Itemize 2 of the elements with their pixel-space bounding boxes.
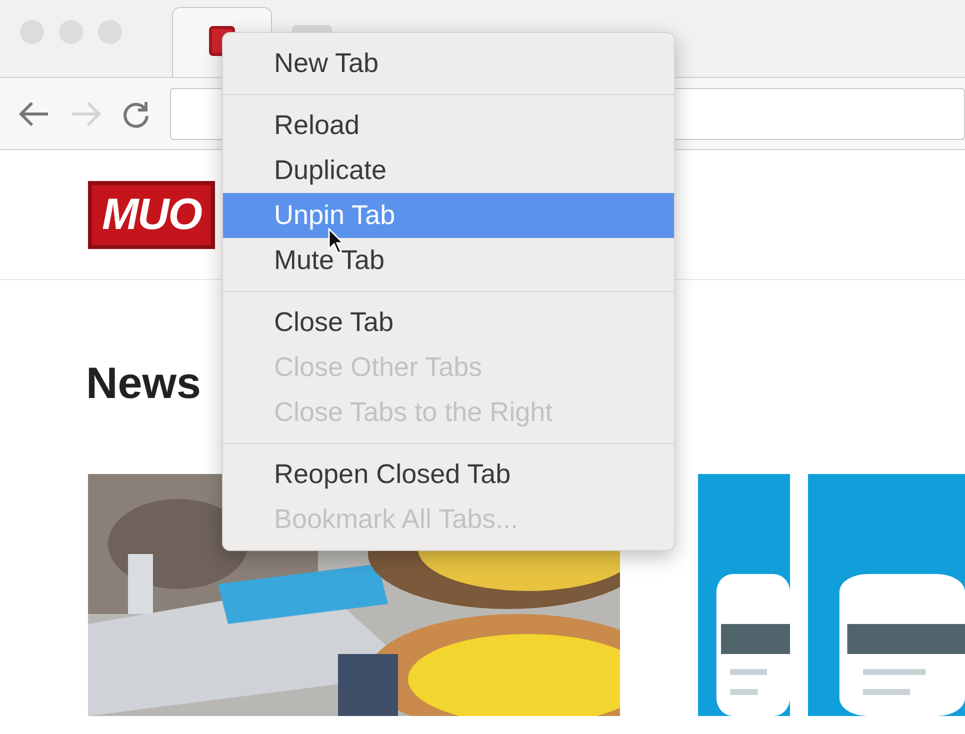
site-logo: MUO: [88, 180, 216, 248]
section-heading: News: [86, 362, 201, 406]
